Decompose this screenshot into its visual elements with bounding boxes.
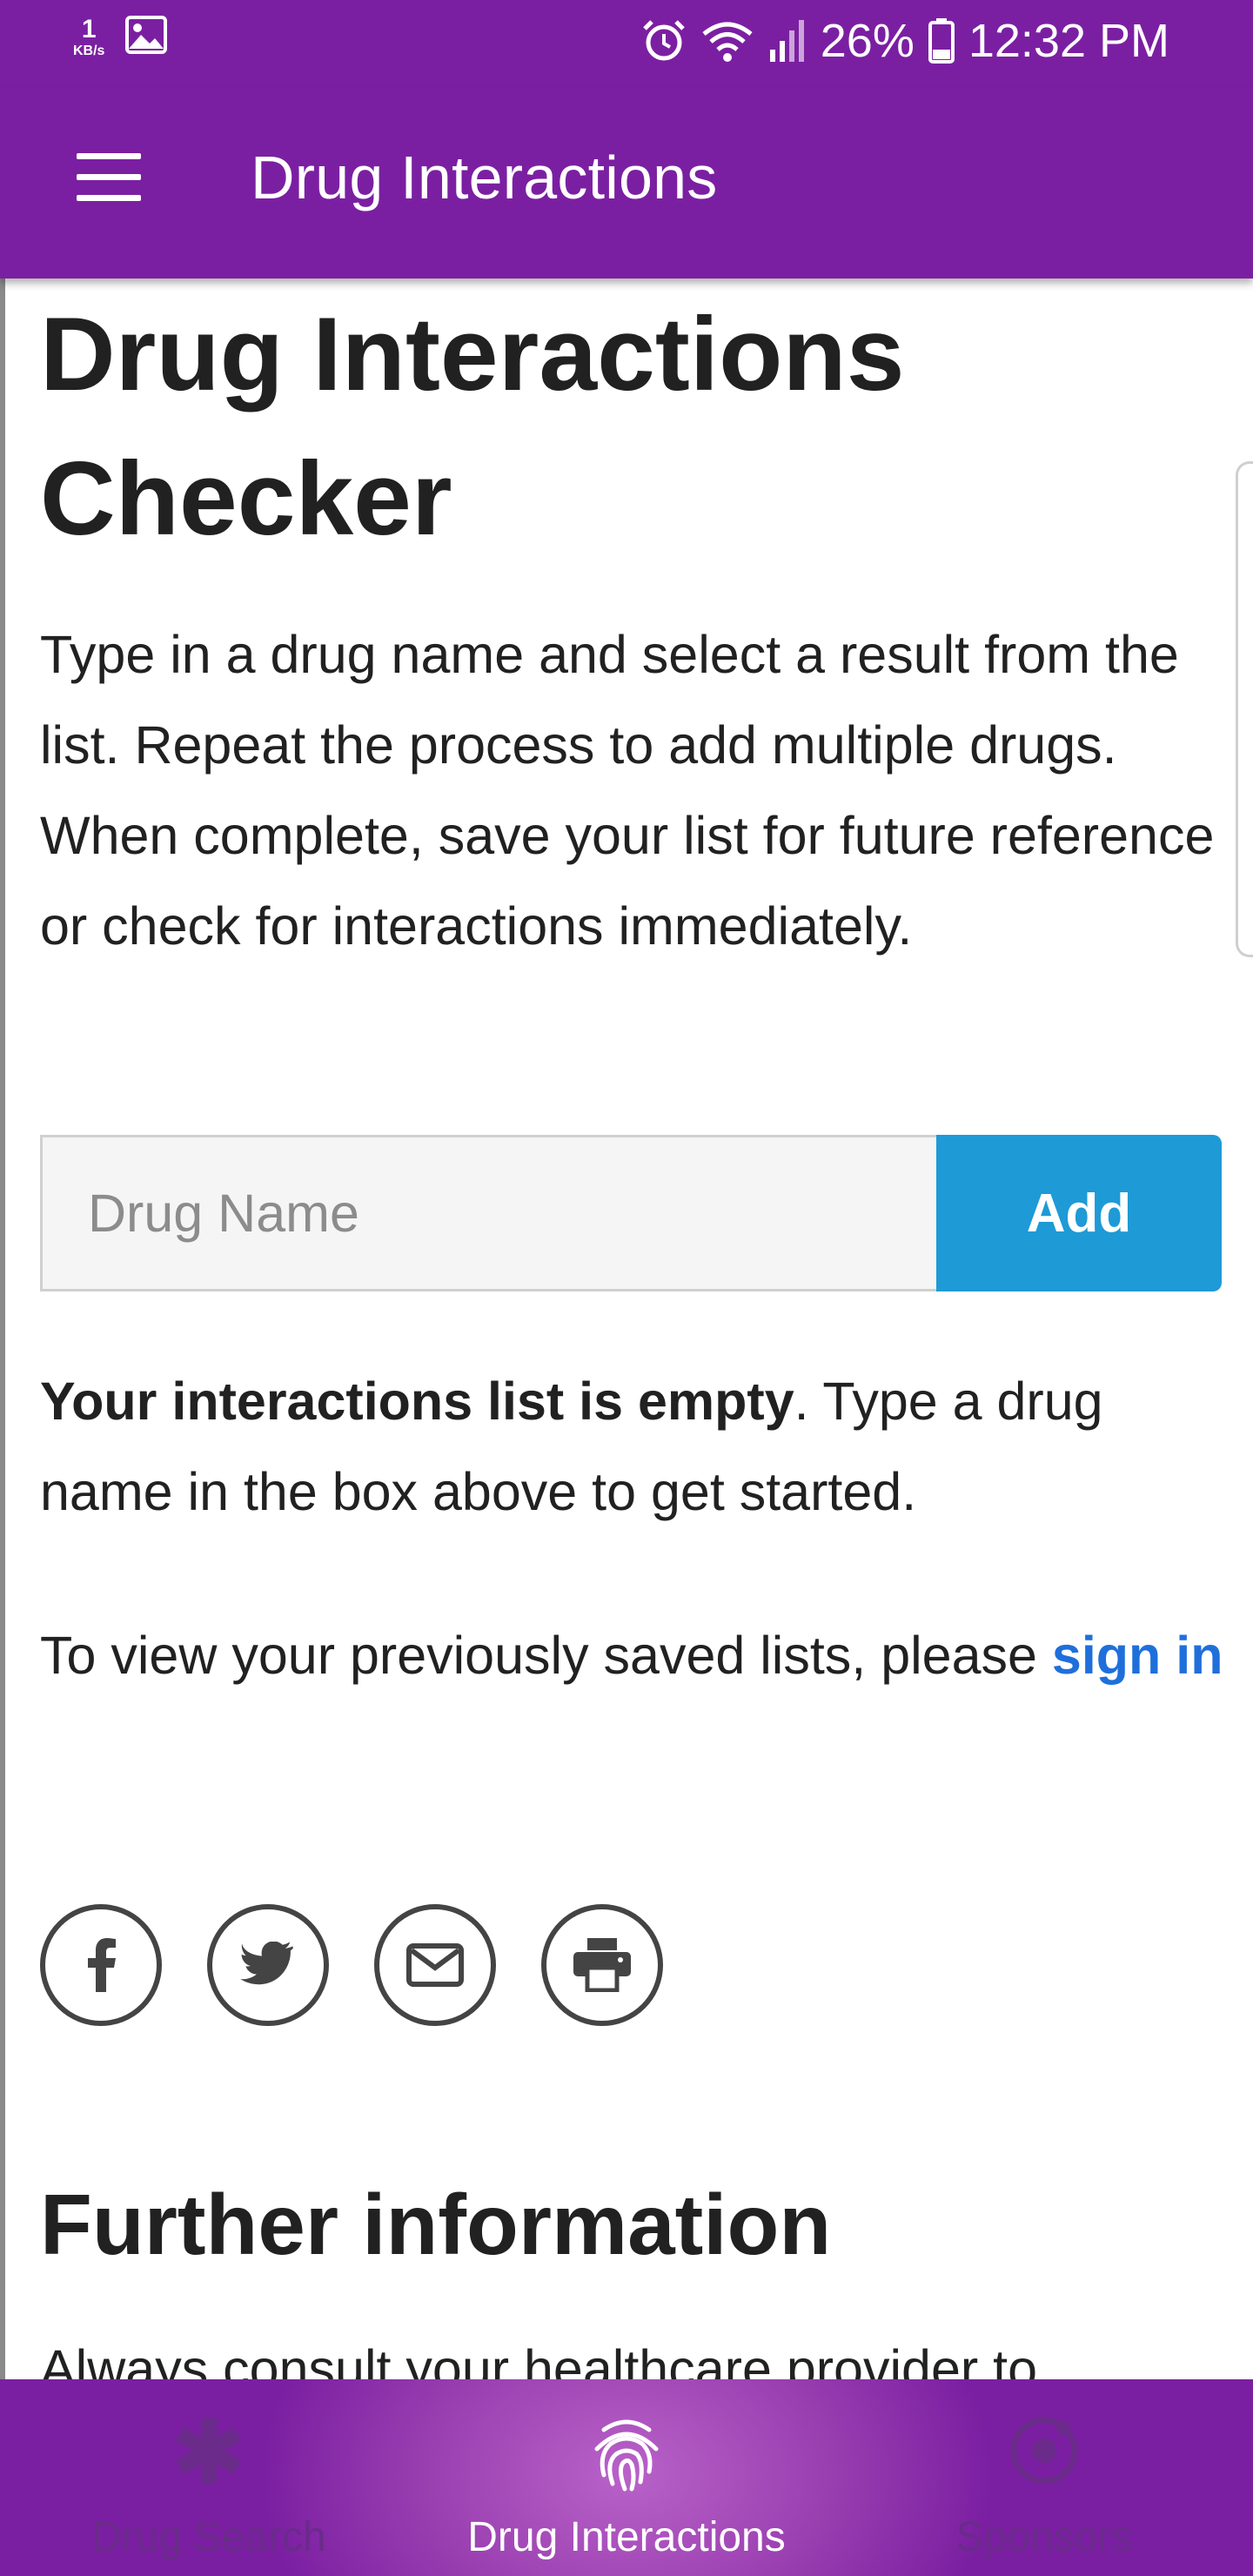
menu-line [77,195,141,201]
share-buttons [40,1904,663,2026]
hamburger-menu-icon[interactable] [77,153,146,214]
add-button[interactable]: Add [936,1135,1222,1291]
network-speed-value: 1 [81,14,97,44]
bottom-navigation: Drug Search Drug Interactions Sponsors [0,2379,1253,2576]
battery-icon [928,18,955,64]
alarm-icon [641,18,687,64]
fingerprint-icon [592,2414,661,2497]
nav-item-drug-search[interactable]: Drug Search [0,2379,418,2576]
clock: 12:32 PM [968,15,1169,67]
nav-item-sponsors[interactable]: Sponsors [835,2379,1253,2576]
menu-line [77,153,141,159]
status-bar: 1 KB/s 26% 12:32 PM [0,0,1253,87]
saved-lists-prefix: To view your previously saved lists, ple… [40,1626,1052,1685]
app-bar: Drug Interactions [0,87,1253,278]
edge-panel-handle[interactable] [1236,461,1253,957]
further-info-text: Always consult your healthcare provider … [40,2339,1038,2379]
network-speed: 1 KB/s [73,14,105,58]
sign-in-link[interactable]: sign in [1052,1626,1223,1685]
nav-label-drug-search: Drug Search [91,2514,326,2560]
twitter-icon[interactable] [207,1904,329,2026]
main-content[interactable]: Drug Interactions Checker Type in a drug… [0,278,1253,2379]
empty-list-message: Your interactions list is empty. Type a … [40,1356,1223,1537]
battery-percent: 26% [820,15,915,67]
status-right: 26% 12:32 PM [641,14,1169,68]
network-speed-unit: KB/s [73,43,105,58]
empty-list-bold: Your interactions list is empty [40,1372,794,1431]
facebook-icon[interactable] [40,1904,162,2026]
page-title: Drug Interactions Checker [40,296,905,557]
print-icon[interactable] [541,1904,663,2026]
nav-item-drug-interactions[interactable]: Drug Interactions [418,2379,835,2576]
wifi-icon [700,18,754,64]
asterisk-icon [172,2414,245,2492]
nav-label-sponsors: Sponsors [955,2514,1133,2560]
intro-text: Type in a drug name and select a result … [40,625,1215,956]
drug-search-form: Add [40,1135,1222,1291]
drug-name-input[interactable] [40,1135,936,1291]
signal-icon [768,18,807,64]
image-icon [125,16,168,58]
status-left: 1 KB/s [73,14,168,58]
saved-lists-message: To view your previously saved lists, ple… [40,1610,1223,1701]
email-icon[interactable] [374,1904,496,2026]
further-info-heading: Further information [40,2177,832,2272]
target-icon [1008,2414,1081,2492]
menu-line [77,174,141,180]
nav-label-drug-interactions: Drug Interactions [467,2514,786,2560]
app-bar-title: Drug Interactions [251,144,718,211]
